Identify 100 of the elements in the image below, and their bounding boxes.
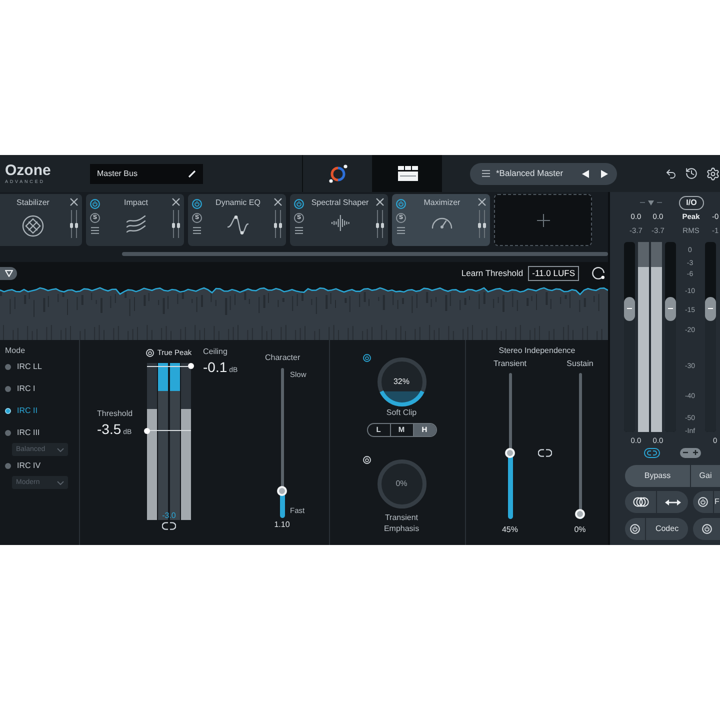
panel-button[interactable] [625,518,645,540]
pencil-icon[interactable] [188,170,196,178]
knob[interactable]: 32% [376,356,426,408]
learn-threshold-button[interactable]: Learn Threshold [461,267,524,280]
panel-button[interactable] [693,518,720,540]
preset-selector[interactable]: *Balanced Master [470,162,617,184]
radio-button[interactable] [5,408,11,414]
list-icon[interactable] [91,227,99,234]
knob-label: Transient Emphasis [382,512,420,534]
fader-icon[interactable] [478,210,481,238]
fader-icon[interactable] [279,210,282,238]
circle-arrow-icon[interactable] [592,267,605,280]
list-icon[interactable] [295,227,303,234]
radio-button[interactable] [5,463,11,469]
gain-reduction-reading: -3.0 [161,511,177,520]
close-icon[interactable] [172,198,180,206]
bus-name-field[interactable]: Master Bus [90,164,203,184]
link-icon[interactable] [644,448,660,458]
triangle-icon[interactable] [4,270,12,277]
history-icon[interactable] [685,167,698,180]
link-icon[interactable] [162,522,176,530]
fader-icon[interactable] [177,210,180,238]
close-icon[interactable] [376,198,384,206]
fader-icon[interactable] [381,210,384,238]
slider-thumb[interactable] [575,509,585,519]
fader-track[interactable] [705,242,716,432]
fader-track[interactable] [665,242,676,432]
radio-button[interactable] [5,386,11,392]
fader-icon[interactable] [376,210,379,238]
radio-label[interactable]: IRC IV [17,460,41,472]
panel-button[interactable] [657,491,688,513]
radio-label[interactable]: IRC III [17,427,40,439]
module-title: Maximizer [424,198,460,208]
minus-icon[interactable] [682,450,688,455]
panel-button[interactable] [625,491,656,513]
fader-icon[interactable] [274,210,277,238]
fader-track[interactable] [624,242,635,432]
fader-thumb[interactable] [665,296,676,321]
fader-thumb[interactable] [624,296,635,321]
left-right-arrows-icon [664,498,680,506]
radio-button[interactable] [5,430,11,436]
plus-icon[interactable] [536,214,550,226]
knob-label: Soft Clip [386,408,417,418]
gauge-icon [431,215,453,229]
list-icon[interactable] [193,227,201,234]
section-title: Mode [5,346,26,356]
knob[interactable]: 0% [376,458,426,510]
ceiling-label: Ceiling [203,347,228,357]
logo-wordmark: Ozone [5,163,51,178]
circles-icon [632,497,648,507]
vertical-slider[interactable] [505,373,515,519]
radio-label[interactable]: IRC LL [17,361,42,373]
character-value: 1.10 [273,520,291,530]
settings-icon[interactable] [706,166,720,180]
module-card[interactable]: Stabilizer [0,194,82,246]
panel-button[interactable]: Bypass [625,465,690,487]
slider-reading: 0% [574,525,586,535]
fader-icon[interactable] [70,210,73,238]
scrollbar[interactable] [122,252,608,256]
plus-icon[interactable] [693,450,698,455]
list-icon[interactable] [482,170,490,177]
module-title: Stabilizer [16,198,50,208]
fader-thumb[interactable] [705,296,716,321]
vertical-slider[interactable] [575,373,585,519]
panel-button[interactable]: Gai [691,465,720,487]
list-icon[interactable] [397,227,405,234]
fader-icon[interactable] [75,210,78,238]
close-icon[interactable] [478,198,486,206]
layout-icon [398,166,418,181]
right-triangle-icon[interactable] [601,170,608,178]
slider-reading: 45% [502,525,518,535]
caret-icon[interactable] [640,200,662,206]
undo-icon[interactable] [665,168,677,180]
slider-thumb[interactable] [277,486,287,496]
radio-label[interactable]: IRC II [17,405,38,417]
slider-label: Sustain [566,359,594,369]
lufs-target-field[interactable]: -11.0 LUFS [528,266,579,281]
fader-icon[interactable] [172,210,175,238]
toggle-button[interactable] [0,267,17,280]
add-module-slot[interactable] [494,194,592,246]
link-icon[interactable] [538,449,552,457]
left-triangle-icon[interactable] [582,170,589,178]
panel-button[interactable]: F [714,491,720,513]
radio-label[interactable]: IRC I [17,383,36,395]
view-tab[interactable] [372,155,442,192]
panel-button[interactable] [693,491,713,513]
panel-button[interactable]: Codec [646,518,688,540]
character-slider[interactable] [277,368,287,518]
trim-control[interactable] [680,448,701,458]
power-icon[interactable] [362,354,370,362]
wave-lines-icon [126,215,146,235]
close-icon[interactable] [70,198,78,206]
slider-label: Transient [493,359,527,369]
close-icon[interactable] [274,198,282,206]
circle-cross-icon [22,215,44,237]
fader-icon[interactable] [483,210,486,238]
io-button[interactable]: I/O [679,196,704,210]
slider-thumb[interactable] [505,448,515,458]
radio-button[interactable] [5,364,11,370]
threshold-handle[interactable] [144,428,150,434]
